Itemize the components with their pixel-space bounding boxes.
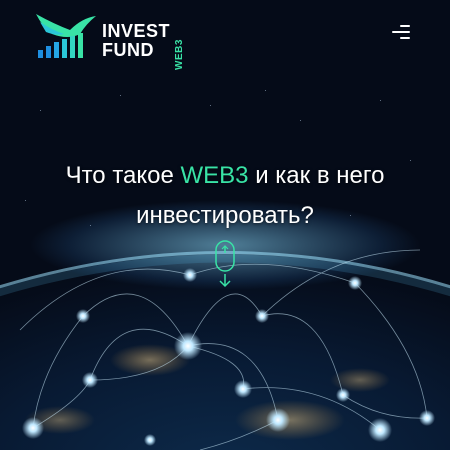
brand-tag: WEB3 [174,39,185,70]
brand-line1: INVEST [102,21,171,41]
mouse-scroll-down-icon[interactable] [212,240,238,290]
brand-logo[interactable]: INVEST FUND WEB3 [34,8,194,70]
brand-wordmark: INVEST FUND [102,22,170,60]
hero-title-highlight: WEB3 [180,162,249,190]
hero-title-end: и как в него [248,162,385,190]
site-header: INVEST FUND WEB3 [0,0,450,80]
hero-title: Что такое WEB3 и как в него инвестироват… [0,156,450,236]
hero-title-line2: инвестировать? [136,202,314,230]
bird-bars-logo-icon [36,14,96,58]
hero-title-start: Что такое [65,162,181,190]
hamburger-menu-icon[interactable] [390,24,410,40]
brand-line2: FUND [102,40,154,60]
